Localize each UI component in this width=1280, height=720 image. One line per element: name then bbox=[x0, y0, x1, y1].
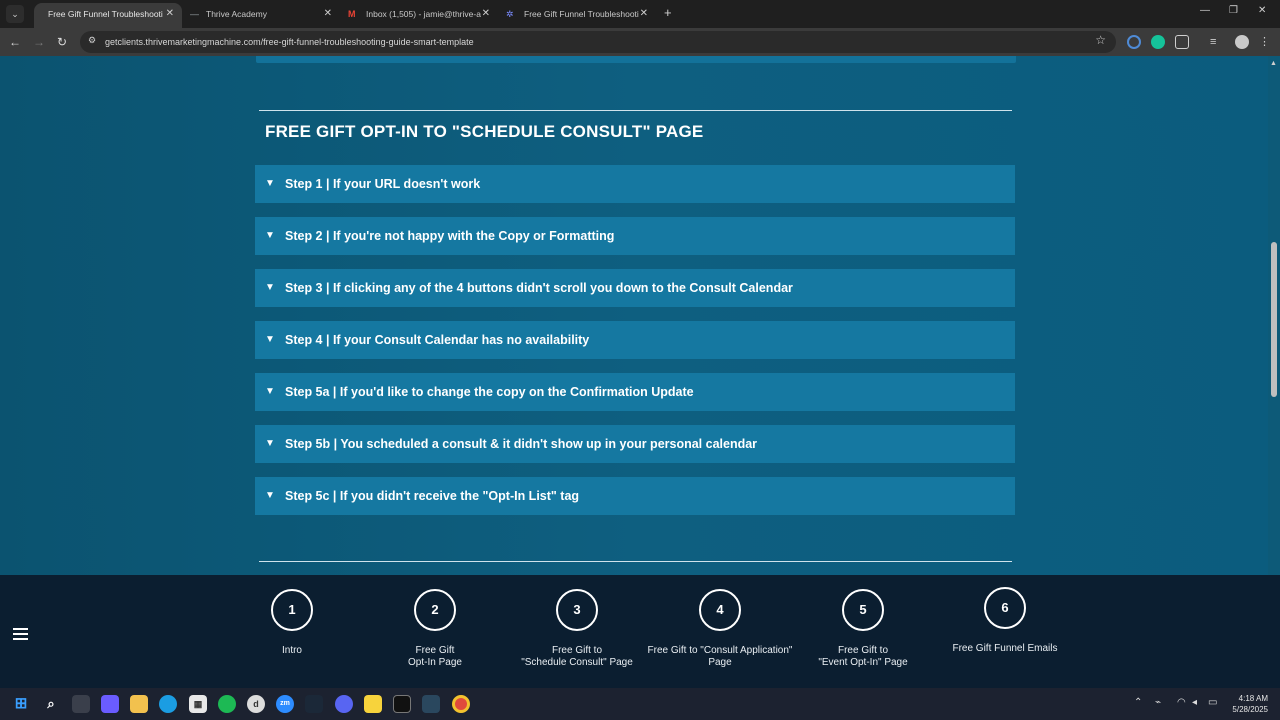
terminal-icon[interactable] bbox=[393, 695, 411, 713]
store-icon[interactable]: ▦ bbox=[189, 695, 207, 713]
step-number-circle: 5 bbox=[842, 589, 884, 631]
accordion-step-label: Step 5b | You scheduled a consult & it d… bbox=[285, 437, 758, 451]
task-view-icon[interactable] bbox=[72, 695, 90, 713]
accordion-step-label: Step 2 | If you're not happy with the Co… bbox=[285, 229, 615, 243]
step-navigator: 1 Intro 2 Free Gift Opt-In Page 3 Free G… bbox=[0, 575, 1280, 688]
media-controls-icon[interactable]: ≡ bbox=[1210, 35, 1224, 49]
tray-chevron-icon[interactable]: ⌃ bbox=[1134, 697, 1142, 708]
chevron-down-icon: ▼ bbox=[265, 334, 275, 345]
tab-title: Free Gift Funnel Troubleshooti bbox=[48, 9, 163, 19]
extensions-puzzle-icon[interactable] bbox=[1175, 35, 1189, 49]
chevron-down-icon: ▼ bbox=[265, 178, 275, 189]
grammarly-icon[interactable] bbox=[1151, 35, 1165, 49]
tab-thrive-academy[interactable]: — Thrive Academy ✕ bbox=[190, 3, 340, 28]
tray-app-icon[interactable]: ⌁ bbox=[1155, 697, 1161, 708]
discord-icon[interactable] bbox=[335, 695, 353, 713]
close-icon[interactable]: ✕ bbox=[482, 3, 490, 25]
accordion-step-label: Step 5a | If you'd like to change the co… bbox=[285, 385, 694, 399]
gmail-icon: M bbox=[348, 9, 356, 19]
restore-icon[interactable]: ❐ bbox=[1229, 5, 1238, 16]
browser-tab-bar: ⌄ Free Gift Funnel Troubleshooti ✕ — Thr… bbox=[0, 0, 1280, 28]
gear-icon: ✲ bbox=[506, 9, 514, 19]
step-number-circle: 6 bbox=[984, 587, 1026, 629]
tab-title: Inbox (1,505) - jamie@thrive-a bbox=[366, 9, 481, 19]
hamburger-menu-icon[interactable] bbox=[13, 628, 28, 640]
wifi-icon[interactable]: ◠ bbox=[1177, 697, 1186, 708]
scroll-up-icon[interactable]: ▲ bbox=[1270, 60, 1277, 67]
section-title: FREE GIFT OPT-IN TO "SCHEDULE CONSULT" P… bbox=[265, 122, 704, 141]
step-number-circle: 3 bbox=[556, 589, 598, 631]
bookmark-star-icon[interactable]: ☆ bbox=[1095, 33, 1106, 47]
chevron-down-icon: ▼ bbox=[265, 438, 275, 449]
accordion-step-5b[interactable]: ▼ Step 5b | You scheduled a consult & it… bbox=[255, 425, 1015, 463]
step-number-circle: 2 bbox=[414, 589, 456, 631]
back-icon[interactable]: ← bbox=[9, 33, 21, 51]
close-icon[interactable]: ✕ bbox=[640, 3, 648, 25]
close-icon[interactable]: ✕ bbox=[324, 3, 332, 25]
taskbar-clock[interactable]: 4:18 AM 5/28/2025 bbox=[1232, 693, 1268, 715]
previous-accordion-item[interactable] bbox=[256, 56, 1016, 63]
accordion-step-5a[interactable]: ▼ Step 5a | If you'd like to change the … bbox=[255, 373, 1015, 411]
tab-title: Free Gift Funnel Troubleshooti bbox=[524, 9, 639, 19]
extension-refresh-icon[interactable] bbox=[1127, 35, 1141, 49]
chrome-icon[interactable] bbox=[452, 695, 470, 713]
address-bar-row: ← → ↻ ⚙ getclients.thrivemarketingmachin… bbox=[0, 28, 1280, 56]
copilot-icon[interactable] bbox=[101, 695, 119, 713]
url-field[interactable]: ⚙ getclients.thrivemarketingmachine.com/… bbox=[80, 31, 1116, 53]
step-label: Free Gift Funnel Emails bbox=[952, 643, 1058, 654]
steam-2-icon[interactable] bbox=[422, 695, 440, 713]
url-text: getclients.thrivemarketingmachine.com/fr… bbox=[105, 37, 474, 47]
section-divider-bottom bbox=[259, 561, 1012, 562]
browser-menu-icon[interactable]: ⋮ bbox=[1259, 35, 1273, 49]
forward-icon[interactable]: → bbox=[33, 33, 45, 51]
accordion-step-1[interactable]: ▼ Step 1 | If your URL doesn't work bbox=[255, 165, 1015, 203]
clock-date: 5/28/2025 bbox=[1232, 705, 1268, 714]
volume-icon[interactable]: ◂ bbox=[1192, 697, 1197, 708]
accordion-step-label: Step 1 | If your URL doesn't work bbox=[285, 177, 481, 191]
reload-icon[interactable]: ↻ bbox=[57, 33, 67, 51]
tab-active[interactable]: Free Gift Funnel Troubleshooti ✕ bbox=[34, 3, 182, 28]
accordion-step-3[interactable]: ▼ Step 3 | If clicking any of the 4 butt… bbox=[255, 269, 1015, 307]
steam-icon[interactable] bbox=[305, 695, 323, 713]
accordion-step-5c[interactable]: ▼ Step 5c | If you didn't receive the "O… bbox=[255, 477, 1015, 515]
search-icon[interactable]: ⌕ bbox=[42, 695, 60, 713]
accordion-step-2[interactable]: ▼ Step 2 | If you're not happy with the … bbox=[255, 217, 1015, 255]
accordion-step-label: Step 5c | If you didn't receive the "Opt… bbox=[285, 489, 580, 503]
tab-title: Thrive Academy bbox=[206, 9, 267, 19]
page-scrollbar[interactable]: ▲ bbox=[1268, 56, 1280, 575]
app-d-icon[interactable]: d bbox=[247, 695, 265, 713]
dash-icon: — bbox=[190, 9, 199, 19]
spotify-icon[interactable] bbox=[218, 695, 236, 713]
close-icon[interactable]: ✕ bbox=[166, 3, 174, 25]
chevron-down-icon: ▼ bbox=[265, 230, 275, 241]
windows-start-icon[interactable]: ⊞ bbox=[12, 695, 30, 713]
step-number-circle: 1 bbox=[271, 589, 313, 631]
minimize-icon[interactable]: — bbox=[1200, 5, 1210, 16]
accordion-step-label: Step 3 | If clicking any of the 4 button… bbox=[285, 281, 793, 295]
tab-search-button[interactable]: ⌄ bbox=[6, 5, 24, 23]
tab-troubleshooting-2[interactable]: ✲ Free Gift Funnel Troubleshooti ✕ bbox=[506, 3, 656, 28]
battery-icon[interactable]: ▭ bbox=[1208, 697, 1217, 708]
sticky-notes-icon[interactable] bbox=[364, 695, 382, 713]
new-tab-button[interactable]: + bbox=[664, 3, 672, 23]
chevron-down-icon: ▼ bbox=[265, 386, 275, 397]
edge-icon[interactable] bbox=[159, 695, 177, 713]
file-explorer-icon[interactable] bbox=[130, 695, 148, 713]
scrollbar-thumb[interactable] bbox=[1271, 242, 1277, 397]
zoom-icon[interactable]: zm bbox=[276, 695, 294, 713]
clock-time: 4:18 AM bbox=[1238, 694, 1268, 703]
site-info-icon[interactable]: ⚙ bbox=[88, 35, 96, 46]
chevron-down-icon: ▼ bbox=[265, 490, 275, 501]
accordion-step-label: Step 4 | If your Consult Calendar has no… bbox=[285, 333, 590, 347]
section-divider-top bbox=[259, 110, 1012, 111]
chevron-down-icon: ▼ bbox=[265, 282, 275, 293]
tab-inbox[interactable]: M Inbox (1,505) - jamie@thrive-a ✕ bbox=[348, 3, 498, 28]
step-number-circle: 4 bbox=[699, 589, 741, 631]
page-content: FREE GIFT OPT-IN TO "SCHEDULE CONSULT" P… bbox=[0, 56, 1280, 575]
os-taskbar: ⊞ ⌕ ▦ d zm ⌃ ⌁ ◠ ◂ ▭ 4:18 AM 5/28/2025 bbox=[0, 688, 1280, 720]
close-window-icon[interactable]: ✕ bbox=[1258, 5, 1266, 16]
nav-step-6[interactable]: 6 Free Gift Funnel Emails bbox=[920, 587, 1090, 655]
accordion-step-4[interactable]: ▼ Step 4 | If your Consult Calendar has … bbox=[255, 321, 1015, 359]
profile-avatar[interactable] bbox=[1235, 35, 1249, 49]
